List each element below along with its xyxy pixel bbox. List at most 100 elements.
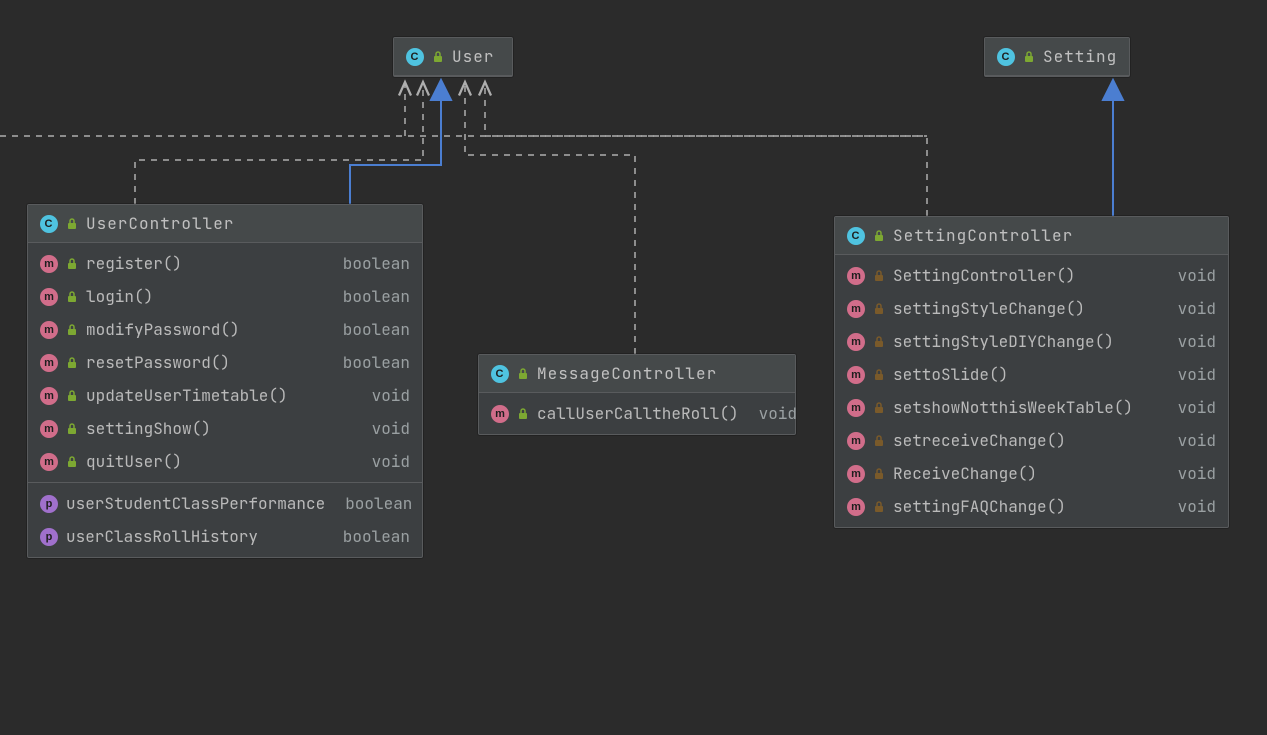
member-row[interactable]: m settingStyleChange() void	[835, 292, 1228, 325]
member-name: settoSlide()	[893, 364, 1158, 385]
member-type: boolean	[343, 286, 410, 307]
member-row[interactable]: m resetPassword() boolean	[28, 346, 422, 379]
member-type: void	[372, 451, 410, 472]
class-header: C User	[394, 38, 512, 76]
member-row[interactable]: m callUserCalltheRoll() void	[479, 397, 795, 430]
member-list-methods: m register() boolean m login() boolean m…	[28, 243, 422, 482]
method-badge-icon: m	[491, 405, 509, 423]
member-type: void	[1178, 265, 1216, 286]
method-badge-icon: m	[40, 354, 58, 372]
class-header: C MessageController	[479, 355, 795, 393]
lock-icon	[432, 51, 444, 63]
member-name: modifyPassword()	[86, 319, 323, 340]
member-row[interactable]: m ReceiveChange() void	[835, 457, 1228, 490]
member-row[interactable]: m quitUser() void	[28, 445, 422, 478]
lock-icon	[873, 230, 885, 242]
lock-icon	[873, 336, 885, 348]
lock-icon	[66, 357, 78, 369]
member-type: void	[1178, 463, 1216, 484]
member-row[interactable]: m setreceiveChange() void	[835, 424, 1228, 457]
method-badge-icon: m	[847, 399, 865, 417]
property-badge-icon: p	[40, 528, 58, 546]
member-type: void	[1178, 364, 1216, 385]
class-name: UserController	[86, 213, 234, 234]
member-name: updateUserTimetable()	[86, 385, 352, 406]
member-row[interactable]: m updateUserTimetable() void	[28, 379, 422, 412]
class-badge-icon: C	[40, 215, 58, 233]
class-name: SettingController	[893, 225, 1073, 246]
member-row[interactable]: m modifyPassword() boolean	[28, 313, 422, 346]
class-badge-icon: C	[406, 48, 424, 66]
class-node-settingcontroller[interactable]: C SettingController m SettingController(…	[834, 216, 1229, 528]
member-name: setshowNotthisWeekTable()	[893, 397, 1158, 418]
member-list-properties: p userStudentClassPerformance boolean p …	[28, 482, 422, 557]
member-name: settingStyleDIYChange()	[893, 331, 1158, 352]
member-row[interactable]: m setshowNotthisWeekTable() void	[835, 391, 1228, 424]
member-name: settingStyleChange()	[893, 298, 1158, 319]
lock-icon	[873, 435, 885, 447]
class-name: Setting	[1043, 46, 1117, 67]
class-badge-icon: C	[997, 48, 1015, 66]
member-name: callUserCalltheRoll()	[537, 403, 739, 424]
uml-diagram-canvas[interactable]: C User C Setting C UserController m regi…	[0, 0, 1267, 735]
class-badge-icon: C	[847, 227, 865, 245]
class-node-setting[interactable]: C Setting	[984, 37, 1130, 77]
member-type: void	[1178, 331, 1216, 352]
method-badge-icon: m	[40, 255, 58, 273]
class-name: MessageController	[537, 363, 717, 384]
member-name: userClassRollHistory	[66, 526, 323, 547]
class-name: User	[452, 46, 494, 67]
lock-icon	[873, 369, 885, 381]
member-row[interactable]: p userStudentClassPerformance boolean	[28, 487, 422, 520]
method-badge-icon: m	[40, 387, 58, 405]
lock-icon	[66, 291, 78, 303]
member-type: boolean	[343, 352, 410, 373]
lock-icon	[873, 501, 885, 513]
method-badge-icon: m	[847, 333, 865, 351]
member-type: void	[759, 403, 797, 424]
member-name: settingShow()	[86, 418, 352, 439]
lock-icon	[1023, 51, 1035, 63]
lock-icon	[66, 218, 78, 230]
lock-icon	[873, 270, 885, 282]
lock-icon	[66, 456, 78, 468]
member-type: boolean	[345, 493, 412, 514]
lock-icon	[66, 258, 78, 270]
method-badge-icon: m	[847, 300, 865, 318]
member-row[interactable]: m settingStyleDIYChange() void	[835, 325, 1228, 358]
property-badge-icon: p	[40, 495, 58, 513]
member-type: void	[1178, 298, 1216, 319]
member-name: login()	[86, 286, 323, 307]
class-header: C SettingController	[835, 217, 1228, 255]
method-badge-icon: m	[40, 453, 58, 471]
member-type: void	[372, 418, 410, 439]
member-type: void	[1178, 430, 1216, 451]
member-name: register()	[86, 253, 323, 274]
class-node-usercontroller[interactable]: C UserController m register() boolean m …	[27, 204, 423, 558]
member-row[interactable]: m settoSlide() void	[835, 358, 1228, 391]
class-header: C UserController	[28, 205, 422, 243]
method-badge-icon: m	[847, 267, 865, 285]
lock-icon	[66, 390, 78, 402]
method-badge-icon: m	[847, 465, 865, 483]
member-row[interactable]: m login() boolean	[28, 280, 422, 313]
member-type: boolean	[343, 319, 410, 340]
lock-icon	[517, 368, 529, 380]
member-row[interactable]: m register() boolean	[28, 247, 422, 280]
class-node-user[interactable]: C User	[393, 37, 513, 77]
lock-icon	[873, 468, 885, 480]
member-row[interactable]: m settingFAQChange() void	[835, 490, 1228, 523]
class-node-messagecontroller[interactable]: C MessageController m callUserCalltheRol…	[478, 354, 796, 435]
method-badge-icon: m	[847, 366, 865, 384]
member-name: setreceiveChange()	[893, 430, 1158, 451]
method-badge-icon: m	[40, 420, 58, 438]
lock-icon	[873, 402, 885, 414]
class-header: C Setting	[985, 38, 1129, 76]
member-row[interactable]: m SettingController() void	[835, 259, 1228, 292]
member-type: boolean	[343, 526, 410, 547]
member-row[interactable]: m settingShow() void	[28, 412, 422, 445]
member-list-methods: m callUserCalltheRoll() void	[479, 393, 795, 434]
method-badge-icon: m	[847, 498, 865, 516]
member-row[interactable]: p userClassRollHistory boolean	[28, 520, 422, 553]
class-badge-icon: C	[491, 365, 509, 383]
